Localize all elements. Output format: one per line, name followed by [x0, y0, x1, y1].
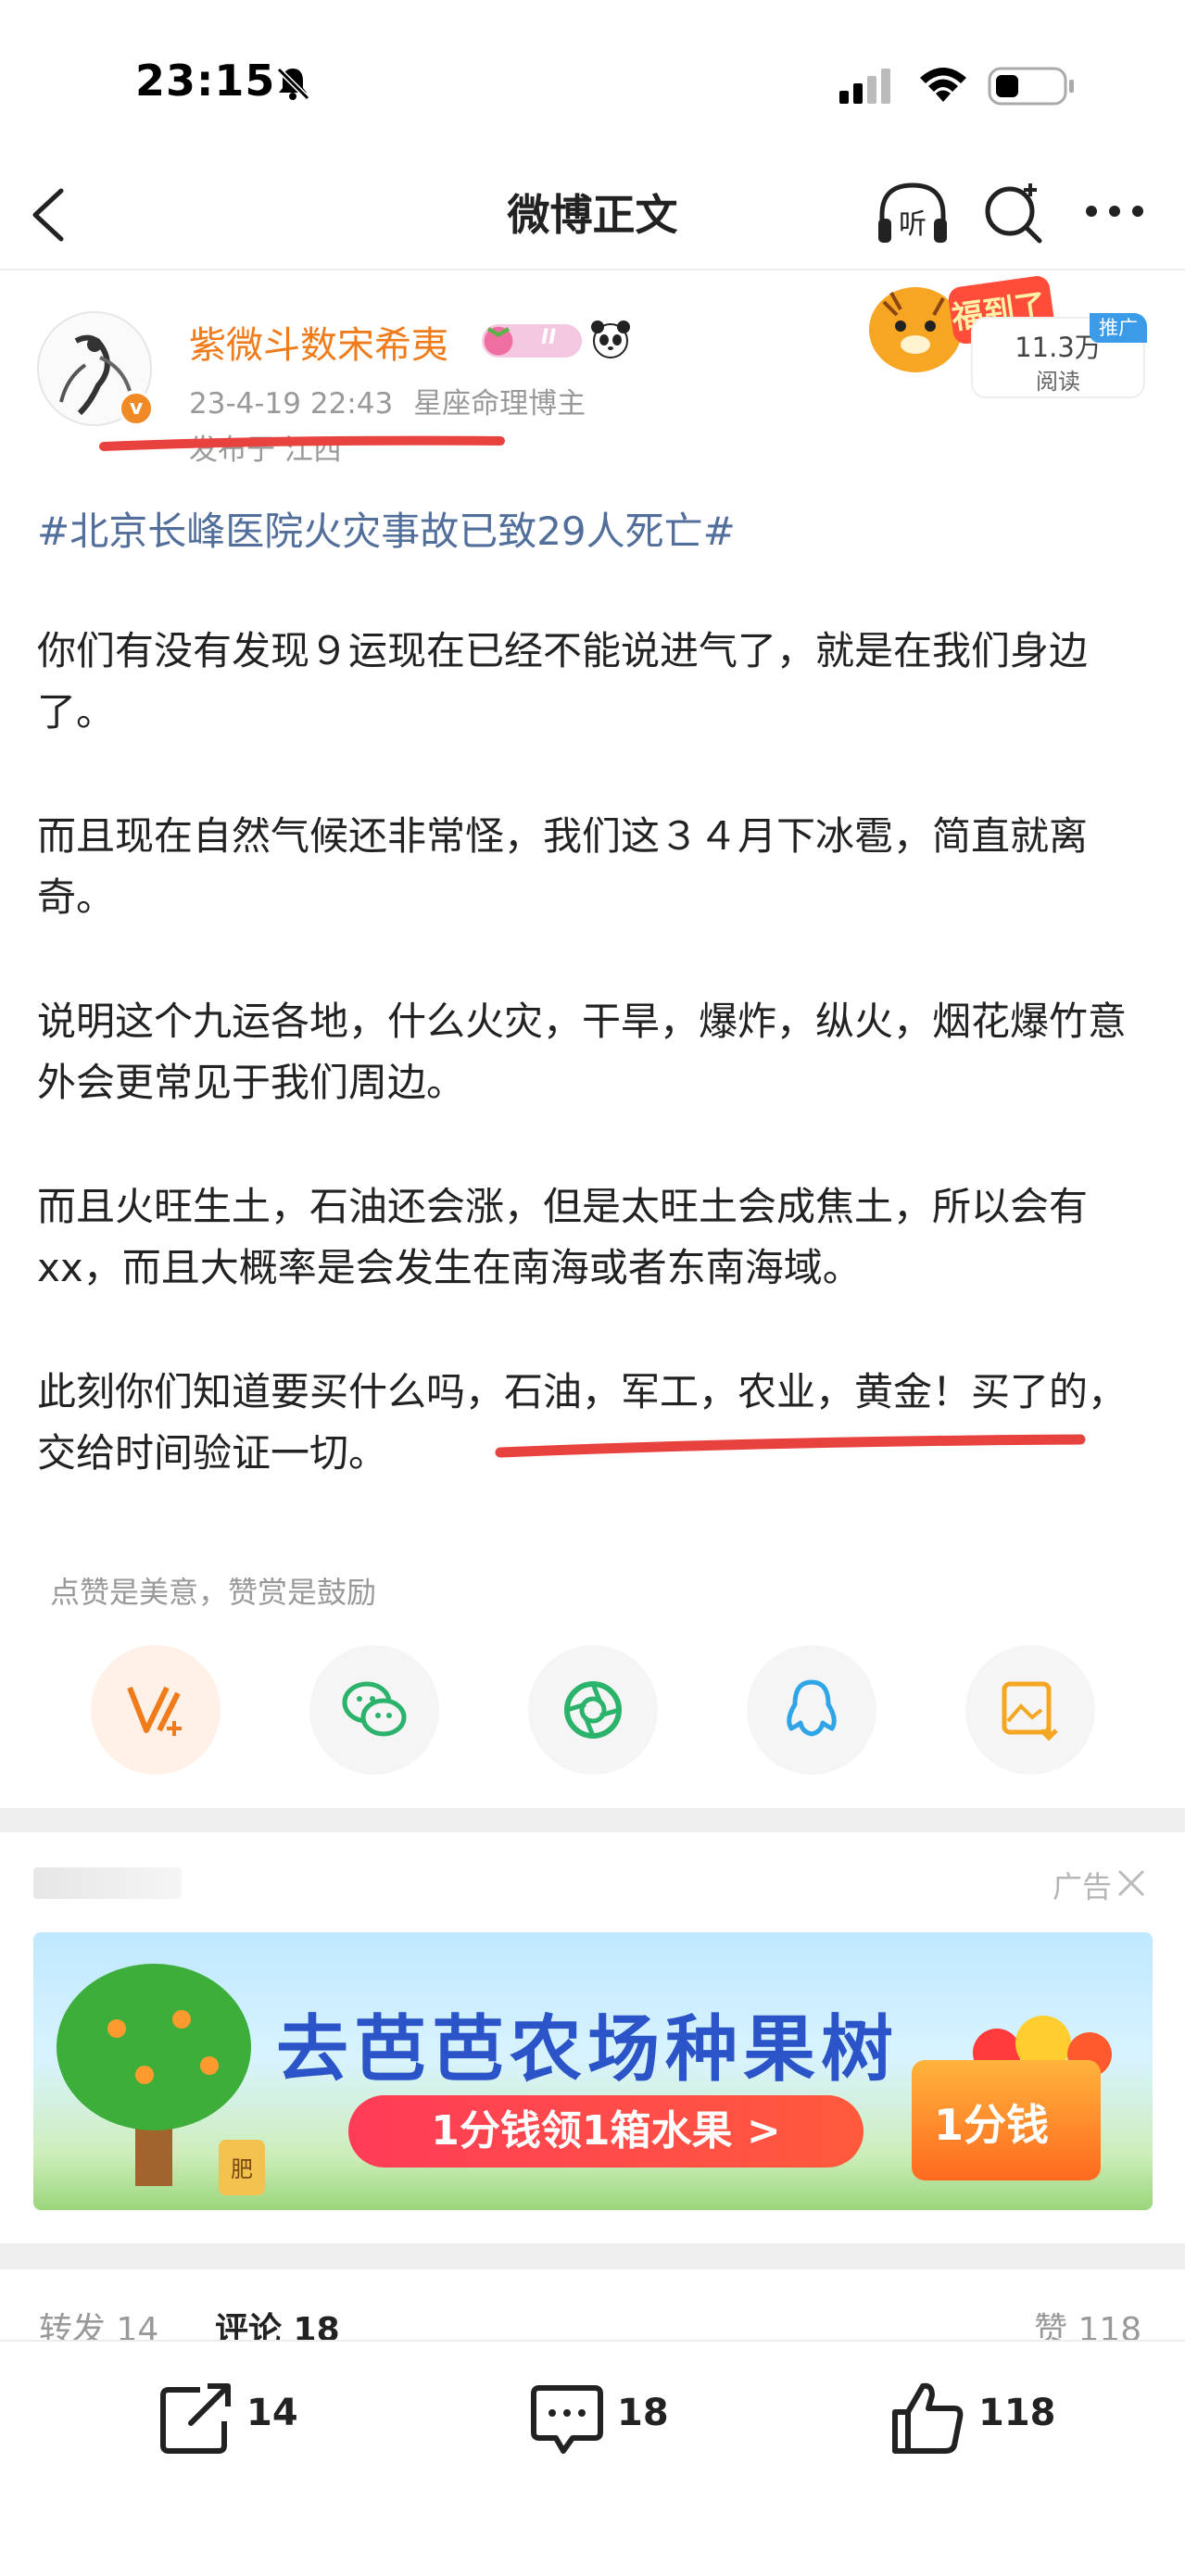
- qq-icon: [787, 1679, 837, 1737]
- status-time: 23:15: [135, 56, 276, 106]
- moments-icon: [564, 1681, 622, 1739]
- mute-bell-icon: [276, 67, 310, 101]
- ad-source-blurred: [33, 1867, 182, 1899]
- section-divider: [0, 1808, 1185, 1832]
- like-count: 118: [978, 2392, 1056, 2434]
- wifi-icon: [920, 68, 966, 102]
- verified-badge-icon: v: [119, 391, 154, 426]
- ad-label: 广告: [1053, 1869, 1113, 1904]
- ad-cta-button[interactable]: 1分钱领1箱水果 >: [348, 2095, 864, 2168]
- panda-icon: [591, 320, 630, 358]
- bottom-toolbar: [0, 2340, 1185, 2576]
- search-icon[interactable]: [980, 180, 1047, 246]
- author-description: 星座命理博主: [413, 387, 586, 421]
- comment-icon[interactable]: [530, 2381, 604, 2455]
- post-meta: 23-4-19 22:43 星座命理博主: [189, 380, 586, 421]
- post-paragraph: 此刻你们知道要买什么吗，石油，军工，农业，黄金！买了的，交给时间验证一切。: [37, 1369, 1128, 1476]
- author-name[interactable]: 紫微斗数宋希夷: [189, 315, 448, 369]
- promo-tag: 推广: [1090, 313, 1147, 343]
- ad-close-icon[interactable]: [1116, 1867, 1147, 1899]
- share-wechat-button[interactable]: [309, 1645, 439, 1775]
- vip-strawberry-icon: [484, 326, 513, 356]
- like-thumb-icon[interactable]: [891, 2381, 965, 2455]
- battery-icon: [988, 67, 1074, 106]
- ad-banner[interactable]: 肥 去芭芭农场种果树 1分钱领1箱水果 > 1分钱: [33, 1932, 1153, 2210]
- more-options-icon[interactable]: [1082, 193, 1147, 230]
- topic-hashtag[interactable]: #北京长峰医院火灾事故已致29人死亡#: [37, 500, 736, 557]
- ad-title: 去芭芭农场种果树: [276, 2008, 900, 2092]
- repost-count: 14: [246, 2392, 298, 2434]
- annotation-underline-header: [99, 435, 505, 451]
- post-paragraph: 而且火旺生土，石油还会涨，但是太旺土会成焦土，所以会有xx，而且大概率是会发生在…: [37, 1184, 1089, 1290]
- post-paragraph: 说明这个九运各地，什么火灾，干旱，爆炸，纵火，烟花爆竹意外会更常见于我们周边。: [37, 999, 1128, 1105]
- comment-count: 18: [617, 2392, 669, 2434]
- read-label: 阅读: [1036, 369, 1080, 395]
- post-paragraph: 而且现在自然气候还非常怪，我们这３４月下冰雹，简直就离奇。: [37, 813, 1089, 920]
- wechat-icon: [342, 1681, 407, 1737]
- repost-icon[interactable]: [159, 2381, 233, 2455]
- save-image-button[interactable]: [965, 1645, 1095, 1775]
- save-image-icon: [1002, 1681, 1058, 1741]
- tip-button[interactable]: [91, 1645, 221, 1775]
- share-qq-button[interactable]: [747, 1645, 876, 1775]
- tip-hint: 点赞是美意，赞赏是鼓励: [50, 1575, 377, 1610]
- post-date: 23-4-19 22:43: [189, 387, 394, 421]
- cellular-signal-icon: [839, 69, 890, 104]
- svg-text:肥: 肥: [231, 2156, 253, 2182]
- section-divider: [0, 2243, 1185, 2269]
- annotation-underline-body: [495, 1434, 1086, 1458]
- tip-icon: [127, 1686, 182, 1736]
- vip-level: II: [541, 326, 557, 349]
- share-moments-button[interactable]: [528, 1645, 658, 1775]
- status-bar: 23:15: [0, 0, 1185, 167]
- svg-text:听: 听: [899, 208, 927, 241]
- post-paragraph: 你们有没有发现９运现在已经不能说进气了，就是在我们身边了。: [37, 628, 1089, 735]
- ad-price: 1分钱: [934, 2100, 1050, 2150]
- listen-headphone-icon[interactable]: 听: [875, 178, 951, 248]
- fruit-tree-icon: 肥: [57, 1964, 265, 2195]
